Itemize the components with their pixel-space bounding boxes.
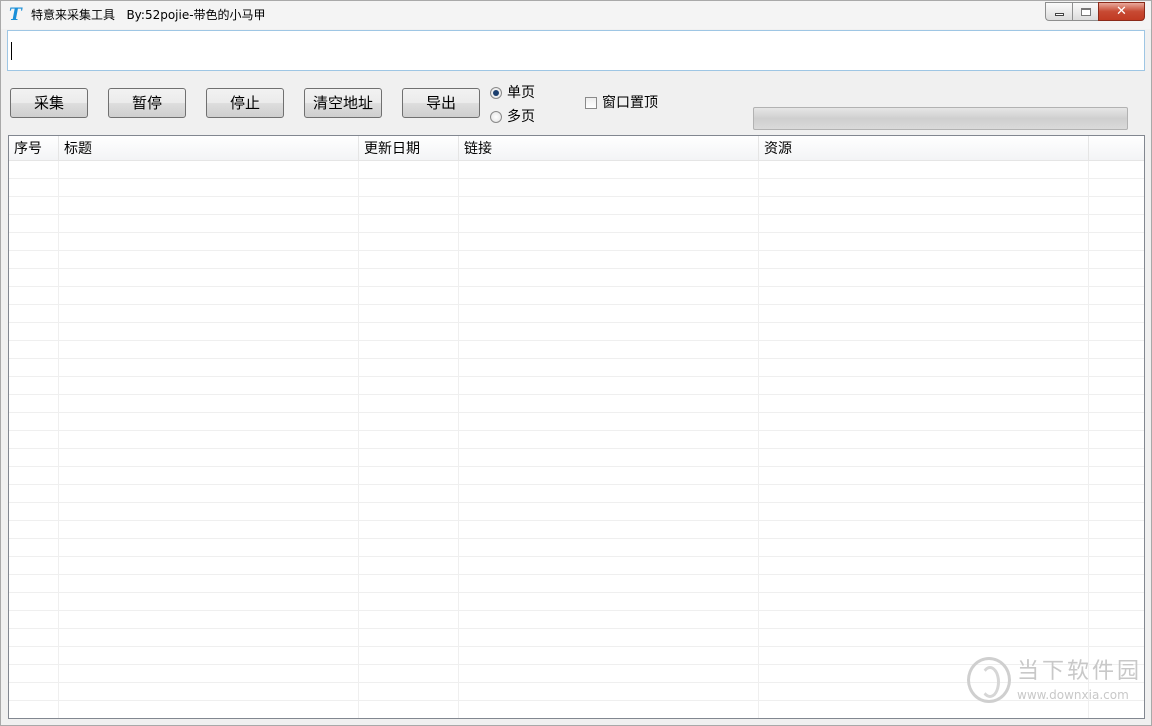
- url-input[interactable]: [7, 30, 1145, 71]
- grid-column-divider: [758, 161, 759, 718]
- column-header-resource[interactable]: 资源: [759, 136, 1089, 161]
- export-button[interactable]: 导出: [402, 88, 480, 118]
- grid-column-divider: [1088, 161, 1089, 718]
- clear-address-button[interactable]: 清空地址: [304, 88, 382, 118]
- always-on-top-option[interactable]: 窗口置顶: [585, 94, 658, 112]
- close-button[interactable]: ✕: [1098, 2, 1145, 21]
- watermark-title: 当下软件园: [1017, 659, 1143, 684]
- window-title: 特意来采集工具 By:52pojie-带色的小马甲: [31, 8, 266, 22]
- watermark: 当下软件园 www.downxia.com: [967, 657, 1139, 707]
- window-controls: ✕: [1045, 2, 1145, 22]
- multi-page-radio[interactable]: [490, 111, 502, 123]
- grid-column-divider: [358, 161, 359, 718]
- collect-button[interactable]: 采集: [10, 88, 88, 118]
- column-header-update-date[interactable]: 更新日期: [359, 136, 459, 161]
- results-list[interactable]: 序号 标题 更新日期 链接 资源: [8, 135, 1145, 719]
- grid-column-divider: [58, 161, 59, 718]
- grid-column-divider: [458, 161, 459, 718]
- column-header-link[interactable]: 链接: [459, 136, 759, 161]
- always-on-top-label: 窗口置顶: [602, 95, 658, 111]
- close-icon: ✕: [1116, 4, 1127, 19]
- minimize-icon: [1054, 13, 1064, 16]
- watermark-logo-icon: [967, 657, 1011, 703]
- progress-bar: [753, 107, 1128, 130]
- maximize-icon: [1080, 7, 1091, 16]
- always-on-top-checkbox[interactable]: [585, 97, 597, 109]
- pause-button[interactable]: 暂停: [108, 88, 186, 118]
- single-page-radio[interactable]: [490, 87, 502, 99]
- multi-page-label: 多页: [507, 109, 535, 125]
- column-header-title[interactable]: 标题: [59, 136, 359, 161]
- single-page-label: 单页: [507, 85, 535, 101]
- title-bar[interactable]: T 特意来采集工具 By:52pojie-带色的小马甲 ✕: [1, 1, 1151, 29]
- maximize-button[interactable]: [1072, 2, 1098, 21]
- grid-lines: [9, 161, 1144, 718]
- text-caret: [11, 42, 12, 60]
- stop-button[interactable]: 停止: [206, 88, 284, 118]
- minimize-button[interactable]: [1045, 2, 1072, 21]
- app-window: T 特意来采集工具 By:52pojie-带色的小马甲 ✕ 采集 暂停 停止 清…: [0, 0, 1152, 726]
- watermark-url: www.downxia.com: [1017, 688, 1129, 702]
- column-header-index[interactable]: 序号: [9, 136, 59, 161]
- single-page-option[interactable]: 单页: [490, 84, 535, 102]
- multi-page-option[interactable]: 多页: [490, 108, 535, 126]
- list-header: 序号 标题 更新日期 链接 资源: [9, 136, 1144, 161]
- app-logo-icon: T: [9, 5, 22, 25]
